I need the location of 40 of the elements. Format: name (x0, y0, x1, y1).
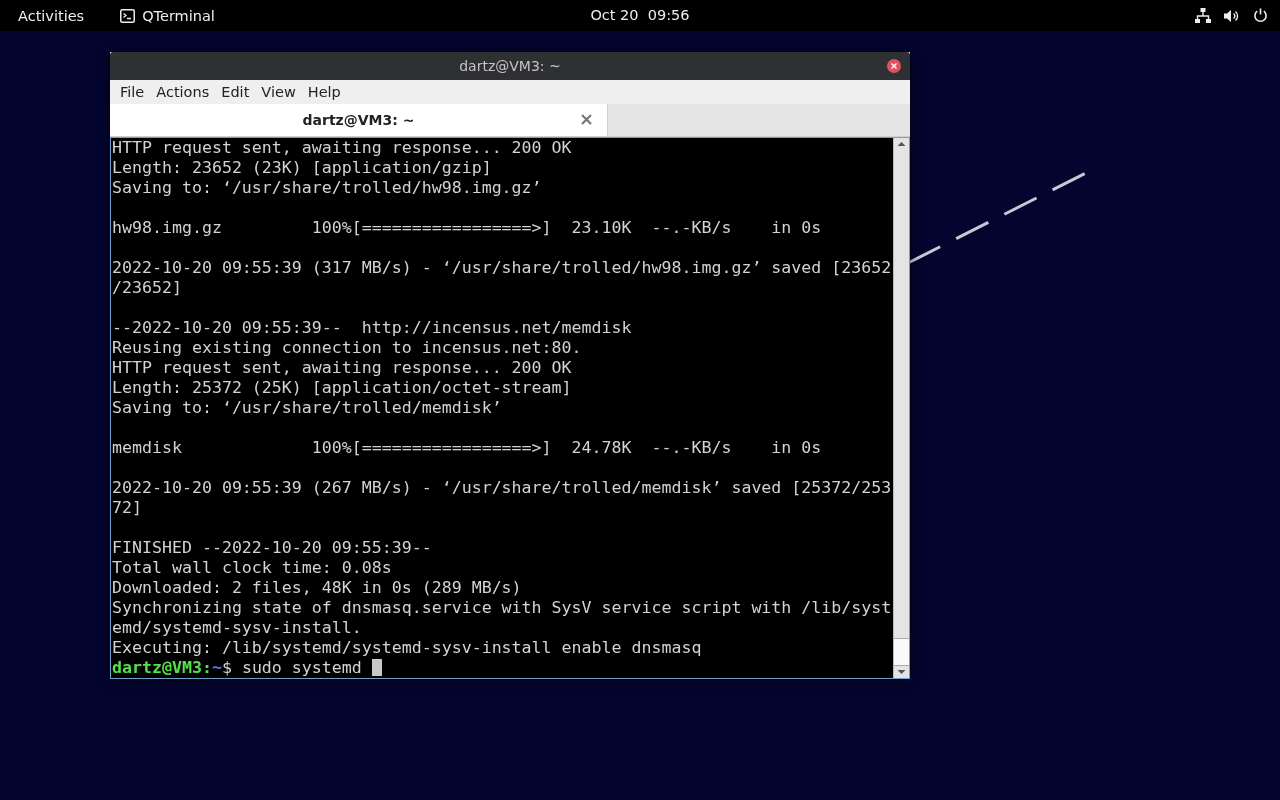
terminal-line: memdisk 100%[=================>] 24.78K --.-KB/s in 0s (112, 438, 823, 458)
menu-item[interactable]: Help (301, 84, 347, 100)
terminal-line: Synchronizing state of dnsmasq.service with SysV service script with /lib/syst (112, 598, 893, 618)
terminal-line: HTTP request sent, awaiting response... 200 OK (112, 138, 573, 158)
command-prompt[interactable]: dartz@VM3:~$ sudo systemd (112, 658, 893, 678)
terminal-line: Saving to: ‘/usr/share/trolled/memdisk’ (112, 398, 503, 418)
terminal-line: Length: 23652 (23K) [application/gzip] (112, 158, 493, 178)
clock[interactable]: Oct 20 09:56 (590, 7, 690, 23)
terminal-line: Saving to: ‘/usr/share/trolled/hw98.img.gz’ (112, 178, 543, 198)
terminal-line: hw98.img.gz 100%[=================>] 23.10K --.-KB/s in 0s (112, 218, 823, 238)
power-icon[interactable] (1253, 8, 1268, 23)
activities-button[interactable]: Activities (18, 7, 85, 24)
terminal-line: HTTP request sent, awaiting response... 200 OK (112, 358, 573, 378)
terminal-line: FINISHED --2022-10-20 09:55:39-- (112, 538, 433, 558)
terminal-line: Total wall clock time: 0.08s (112, 558, 393, 578)
menu-item[interactable]: View (255, 84, 302, 100)
terminal-line: 2022-10-20 09:55:39 (317 MB/s) - ‘/usr/share/trolled/hw98.img.gz’ saved [23652 (112, 258, 893, 278)
terminal-line: --2022-10-20 09:55:39-- http://incensus.net/memdisk (112, 318, 633, 338)
terminal-icon (120, 8, 136, 23)
app-menu-button[interactable]: QTerminal (120, 7, 215, 24)
terminal-line: 72] (112, 498, 143, 518)
network-icon[interactable] (1195, 8, 1211, 23)
terminal-line: emd/systemd-sysv-install. (112, 618, 363, 638)
menu-item[interactable]: Edit (215, 84, 256, 100)
terminal-line: Length: 25372 (25K) [application/octet-stream] (112, 378, 573, 398)
terminal-line: 2022-10-20 09:55:39 (267 MB/s) - ‘/usr/share/trolled/memdisk’ saved [25372/253 (112, 478, 893, 498)
terminal-line: Executing: /lib/systemd/systemd-sysv-install enable dnsmasq (112, 638, 703, 658)
terminal-line: Reusing existing connection to incensus.net:80. (112, 338, 583, 358)
terminal-line: Downloaded: 2 files, 48K in 0s (289 MB/s) (112, 578, 523, 598)
window-title: dartz@VM3: ~ (459, 58, 561, 74)
close-button[interactable] (887, 59, 901, 73)
text-cursor (371, 659, 382, 676)
scroll-thumb[interactable] (894, 638, 909, 666)
terminal-tab[interactable]: dartz@VM3: ~ (110, 104, 608, 136)
menu-item[interactable]: Actions (150, 84, 216, 100)
terminal-line: /23652] (112, 278, 183, 298)
volume-icon[interactable] (1224, 8, 1240, 23)
menu-item[interactable]: File (114, 84, 151, 100)
close-icon[interactable] (581, 114, 592, 125)
scroll-bar[interactable] (893, 138, 909, 678)
